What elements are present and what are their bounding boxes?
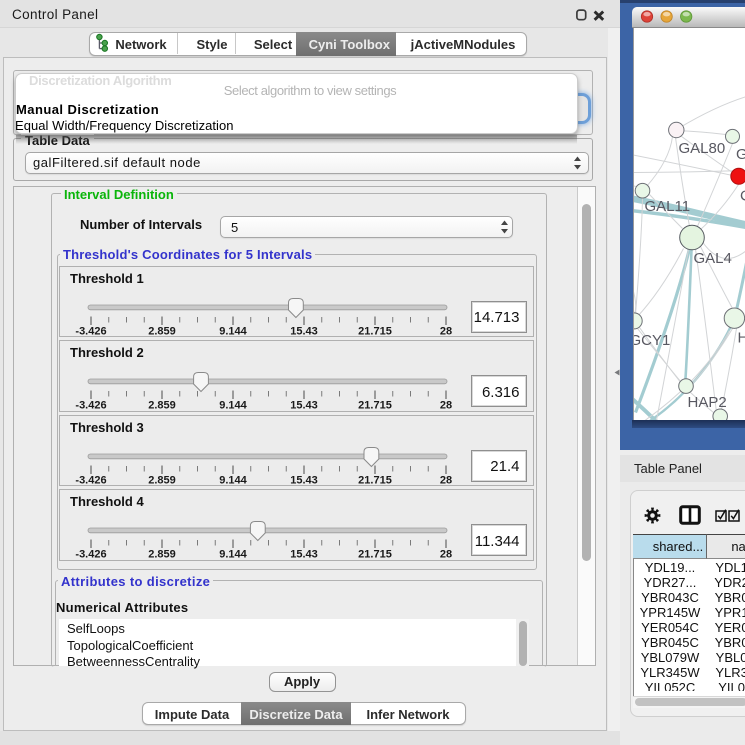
svg-text:GCY1: GCY1	[633, 332, 670, 349]
svg-text:2.859: 2.859	[148, 474, 176, 486]
svg-text:HAP2: HAP2	[687, 394, 726, 411]
svg-text:21.715: 21.715	[358, 400, 392, 412]
svg-text:9.144: 9.144	[219, 325, 247, 337]
svg-text:HI: HI	[737, 329, 745, 346]
svg-text:9.144: 9.144	[219, 400, 247, 412]
svg-text:9.144: 9.144	[219, 549, 247, 561]
svg-text:-3.426: -3.426	[75, 325, 106, 337]
svg-text:21.715: 21.715	[358, 474, 392, 486]
svg-text:2.859: 2.859	[148, 400, 176, 412]
svg-text:-3.426: -3.426	[75, 400, 106, 412]
svg-text:28: 28	[440, 474, 452, 486]
svg-text:28: 28	[440, 549, 452, 561]
svg-text:C: C	[740, 187, 745, 204]
svg-text:-3.426: -3.426	[75, 549, 106, 561]
svg-text:15.43: 15.43	[290, 400, 318, 412]
svg-text:28: 28	[440, 325, 452, 337]
svg-text:15.43: 15.43	[290, 549, 318, 561]
svg-text:GAL2: GAL2	[736, 146, 745, 163]
svg-text:2.859: 2.859	[148, 325, 176, 337]
svg-text:-3.426: -3.426	[75, 474, 106, 486]
svg-text:21.715: 21.715	[358, 549, 392, 561]
svg-text:GAL4: GAL4	[693, 250, 731, 267]
svg-text:GAL11: GAL11	[644, 198, 690, 215]
svg-text:28: 28	[440, 400, 452, 412]
svg-text:GAL80: GAL80	[678, 140, 725, 157]
svg-text:9.144: 9.144	[219, 474, 247, 486]
svg-text:15.43: 15.43	[290, 474, 318, 486]
svg-text:2.859: 2.859	[148, 549, 176, 561]
svg-text:15.43: 15.43	[290, 325, 318, 337]
svg-text:21.715: 21.715	[358, 325, 392, 337]
